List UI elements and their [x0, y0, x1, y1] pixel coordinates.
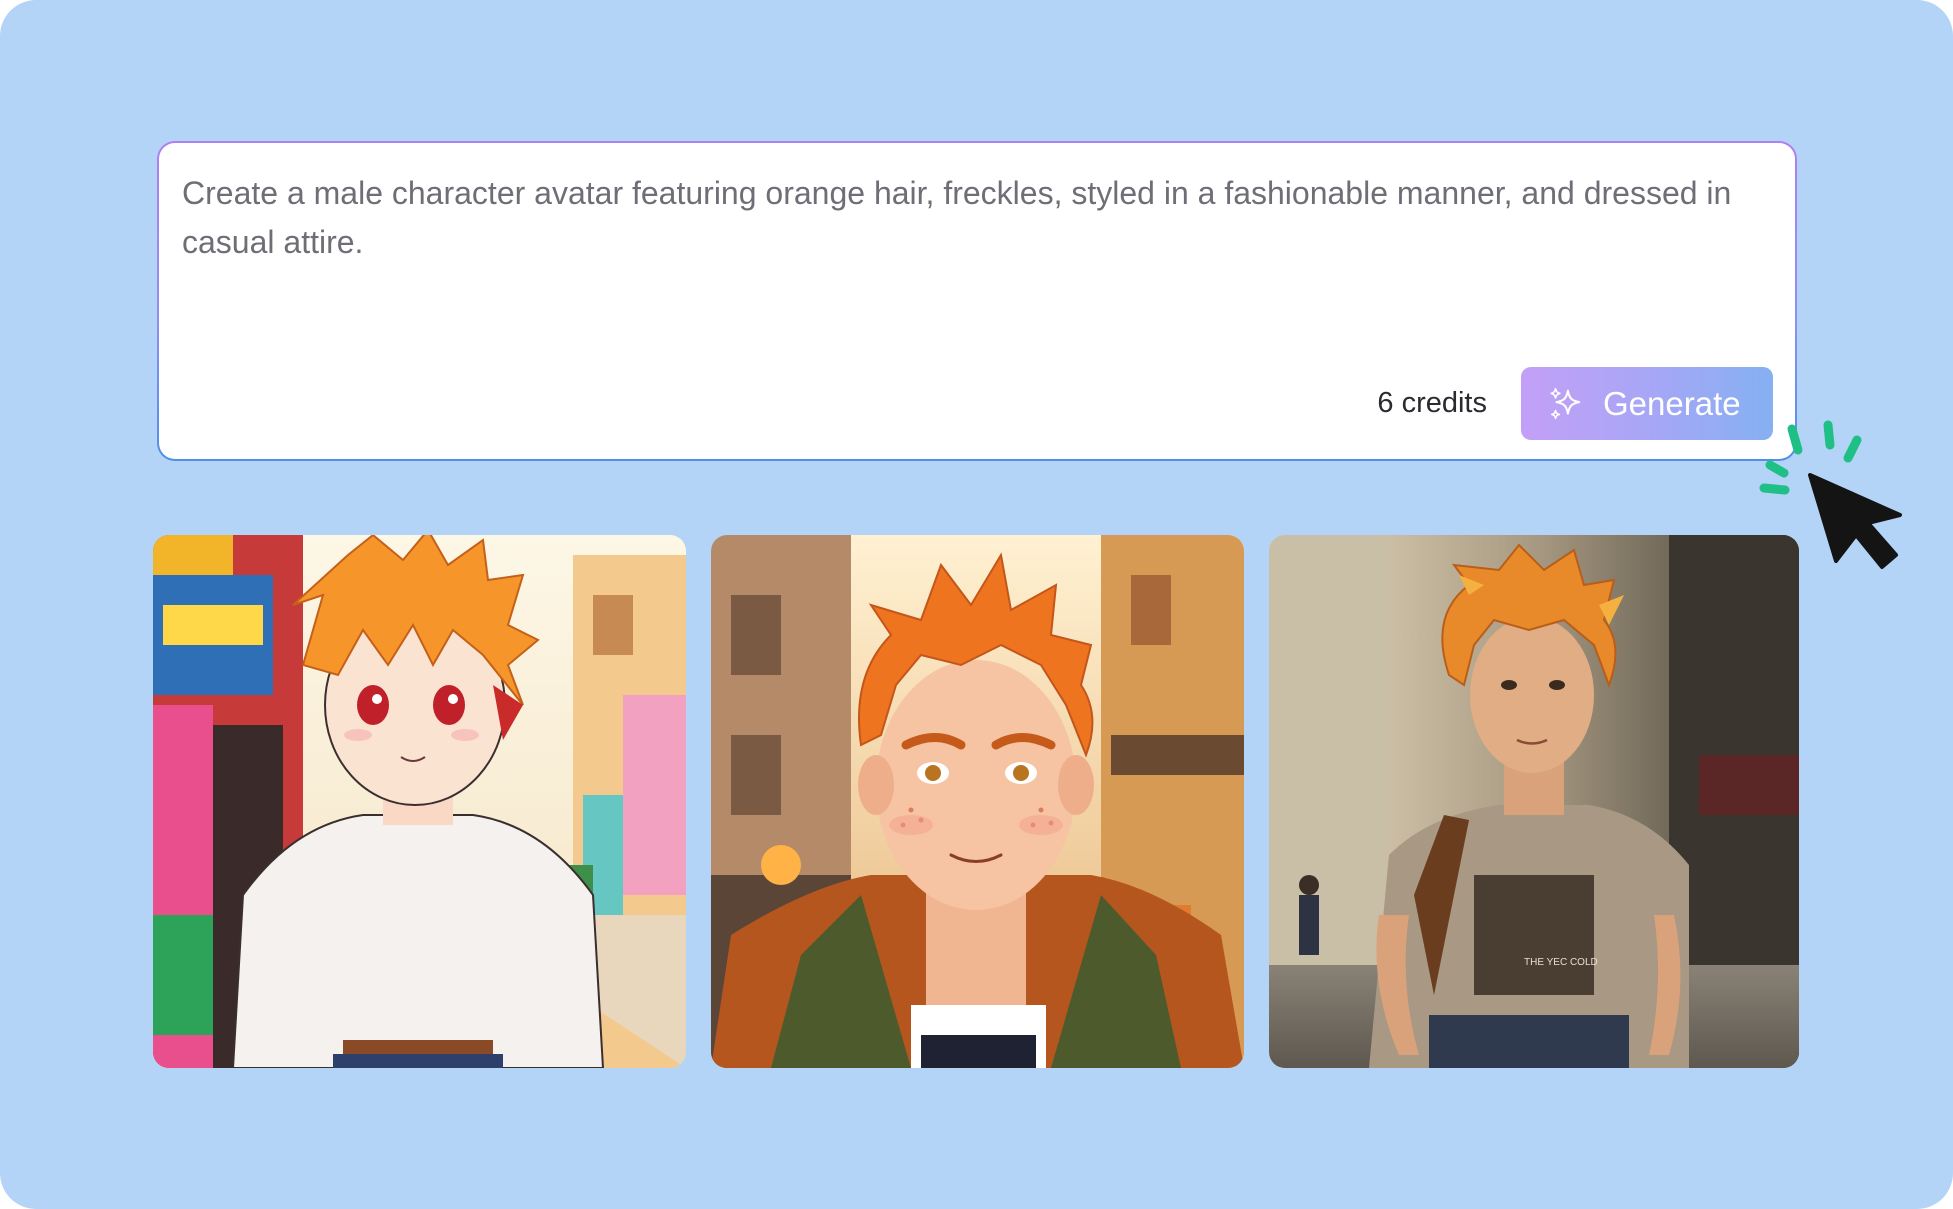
sparkles-icon [1550, 387, 1581, 419]
generate-button-label: Generate [1603, 384, 1741, 422]
app-canvas: Create a male character avatar featuring… [0, 0, 1953, 1209]
prompt-card: Create a male character avatar featuring… [157, 141, 1797, 461]
prompt-card-inner: Create a male character avatar featuring… [159, 143, 1795, 459]
generate-button[interactable]: Generate [1521, 367, 1773, 440]
prompt-input[interactable]: Create a male character avatar featuring… [182, 169, 1742, 279]
cartoon-avatar-image[interactable] [711, 535, 1244, 1068]
photo-avatar-image[interactable]: THE YEC COLD [1269, 535, 1799, 1068]
svg-text:THE YEC COLD: THE YEC COLD [1524, 957, 1598, 968]
results-gallery: THE YEC COLD [153, 535, 1799, 1068]
anime-avatar-image[interactable] [153, 535, 686, 1068]
credits-label: 6 credits [1377, 387, 1487, 419]
